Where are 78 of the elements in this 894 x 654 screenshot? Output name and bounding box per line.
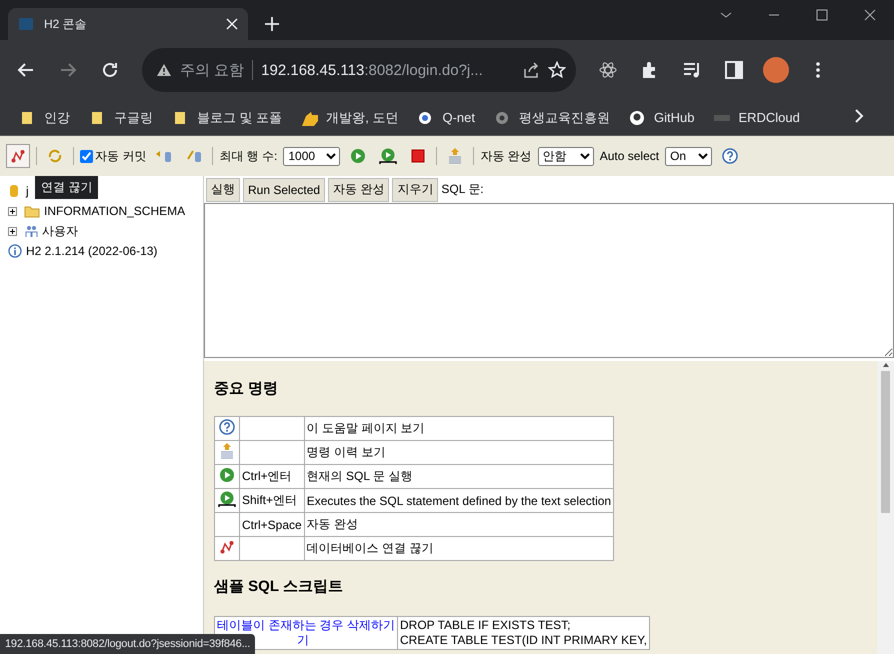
tree-item[interactable]: 사용자 (42, 222, 78, 240)
hand-icon (302, 110, 318, 126)
plus-icon[interactable] (264, 16, 280, 32)
warning-icon (156, 63, 172, 77)
security-warning: 주의 요함 (180, 60, 244, 80)
reload-icon[interactable] (100, 60, 120, 80)
share-icon[interactable] (522, 61, 540, 79)
toolbar-button[interactable]: 실행 (206, 178, 240, 202)
bookmark[interactable]: ERDCloud (714, 110, 800, 126)
auto-select-select[interactable]: On (665, 146, 712, 166)
command-description: 자동 완성 (306, 517, 358, 531)
command-description: 이 도움말 페이지 보기 (306, 421, 425, 435)
command-description: 현재의 SQL 문 실행 (306, 469, 412, 483)
command-description: 명령 이력 보기 (306, 445, 386, 459)
tree-item[interactable]: j (26, 184, 29, 198)
expand-toggle[interactable] (8, 206, 17, 216)
run-selected-icon (218, 490, 236, 508)
tree-item[interactable]: INFORMATION_SCHEMA (44, 204, 186, 218)
bookmark[interactable]: Q-net (418, 110, 475, 126)
atom-icon[interactable] (598, 60, 618, 80)
history-icon (220, 442, 234, 460)
bookmark[interactable]: 평생교육진흥원 (494, 108, 610, 126)
stop-icon[interactable] (411, 149, 426, 163)
tab-title: H2 콘솔 (44, 16, 88, 32)
run-icon (219, 467, 235, 483)
status-url-tooltip: 192.168.45.113:8082/logout.do?jsessionid=39f846... (0, 634, 256, 654)
help-icon (219, 419, 235, 435)
command-description: 데이터베이스 연결 끊기 (306, 541, 434, 555)
toolbar-button[interactable]: 자동 완성 (328, 178, 390, 202)
disconnect-icon[interactable] (11, 149, 25, 163)
playlist-icon[interactable] (682, 60, 702, 80)
toolbar-button[interactable]: 지우기 (392, 178, 438, 202)
max-rows-select[interactable]: 1000 (283, 146, 340, 166)
bookmark[interactable]: 블로그 및 포폴 (173, 108, 282, 126)
field-label: Auto select (600, 149, 660, 163)
section-heading: 중요 명령 (214, 379, 280, 398)
shortcut-key: Ctrl+Space (242, 518, 302, 532)
autocomplete-select[interactable]: 안함 (538, 146, 594, 166)
tooltip: 연결 끊기 (35, 176, 98, 199)
side-panel-icon[interactable] (724, 60, 744, 80)
checkbox-label: 자동 커밋 (95, 148, 146, 164)
shortcut-key: Ctrl+엔터 (242, 469, 292, 483)
command-description: Executes the SQL statement defined by the text selection (306, 494, 612, 508)
bookmark[interactable]: 개발왕, 도던 (302, 108, 398, 126)
chevron-right-icon[interactable] (854, 109, 864, 123)
field-label: 최대 행 수: (219, 148, 278, 164)
shortcut-key: Shift+엔터 (242, 493, 298, 507)
star-icon[interactable] (548, 61, 566, 79)
sql-label: SQL 문: (441, 181, 484, 198)
field-label: 자동 완성 (480, 148, 532, 164)
sql-line: CREATE TABLE TEST(ID INT PRIMARY KEY, (400, 633, 647, 648)
scroll-up-icon[interactable] (882, 361, 890, 369)
h2-icon (18, 16, 34, 32)
address-bar[interactable]: 주의 요함 192.168.45.113:8082/login.do?j... (142, 48, 576, 92)
folder-icon (24, 204, 40, 218)
run-icon[interactable] (350, 148, 366, 164)
close-icon[interactable] (226, 18, 238, 30)
toolbar-button[interactable]: Run Selected (243, 178, 326, 202)
run-selected-icon[interactable] (379, 147, 398, 165)
expand-toggle[interactable] (8, 226, 17, 236)
tree-item[interactable]: H2 2.1.214 (2022-06-13) (26, 244, 158, 258)
bookmark[interactable]: 인강 (20, 108, 70, 126)
browser-tab[interactable]: H2 콘솔 (8, 8, 248, 40)
profile-avatar[interactable] (763, 57, 789, 83)
github-icon (630, 110, 646, 126)
scrollbar[interactable] (877, 361, 894, 654)
section-heading: 샘플 SQL 스크립트 (214, 577, 344, 596)
users-icon (24, 224, 38, 238)
circle-icon (494, 110, 511, 126)
bookmark[interactable]: GitHub (630, 110, 694, 126)
info-icon (8, 244, 22, 258)
auto-commit-checkbox[interactable] (80, 150, 93, 162)
disconnect-icon (220, 540, 234, 554)
help-icon[interactable] (722, 148, 738, 164)
bookmark[interactable]: 구글링 (90, 108, 153, 126)
sample-link[interactable]: 테이블이 존재하는 경우 삭제하기 (217, 618, 396, 633)
sql-line: DROP TABLE IF EXISTS TEST; (400, 618, 572, 633)
address-url: 192.168.45.113:8082/login.do?j... (261, 62, 484, 78)
